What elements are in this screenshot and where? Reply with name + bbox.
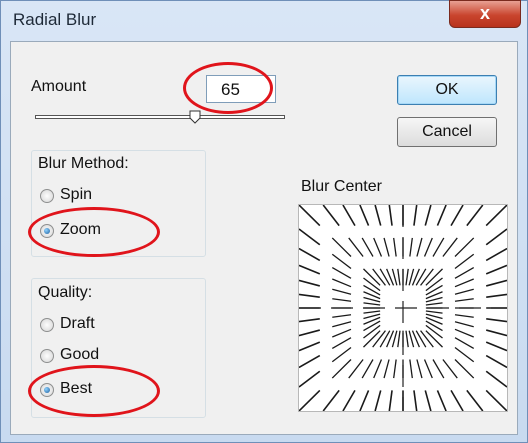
radio-button[interactable] — [40, 224, 54, 238]
radio-label: Zoom — [60, 221, 101, 238]
amount-slider-thumb[interactable] — [189, 110, 201, 124]
quality-label: Quality: — [38, 284, 93, 301]
amount-label: Amount — [31, 78, 87, 95]
radio-button[interactable] — [40, 189, 54, 203]
ok-button[interactable]: OK — [397, 75, 497, 105]
dialog-title: Radial Blur — [13, 10, 97, 29]
amount-slider-track[interactable] — [35, 115, 285, 119]
cancel-button[interactable]: Cancel — [397, 117, 497, 147]
blur-method-label: Blur Method: — [38, 155, 129, 172]
radio-button[interactable] — [40, 383, 54, 397]
close-icon: x — [479, 3, 490, 23]
title-bar[interactable]: Radial Blur x — [1, 0, 527, 39]
zoom-blur-pattern — [298, 204, 508, 412]
blur-center-label: Blur Center — [301, 178, 382, 195]
radio-label: Best — [60, 380, 93, 397]
close-button[interactable]: x — [449, 0, 521, 28]
radio-label: Spin — [60, 186, 93, 203]
radio-label: Good — [60, 346, 100, 363]
amount-input[interactable]: 65 — [206, 75, 276, 103]
radio-label: Draft — [60, 315, 95, 332]
radio-button[interactable] — [40, 318, 54, 332]
blur-center-preview[interactable] — [298, 204, 508, 412]
radio-button[interactable] — [40, 349, 54, 363]
radial-blur-dialog: Radial Blur x Amount 65 OK Cancel Blur M… — [0, 0, 528, 443]
dialog-body: Amount 65 OK Cancel Blur Method: Spin Zo… — [10, 41, 518, 435]
